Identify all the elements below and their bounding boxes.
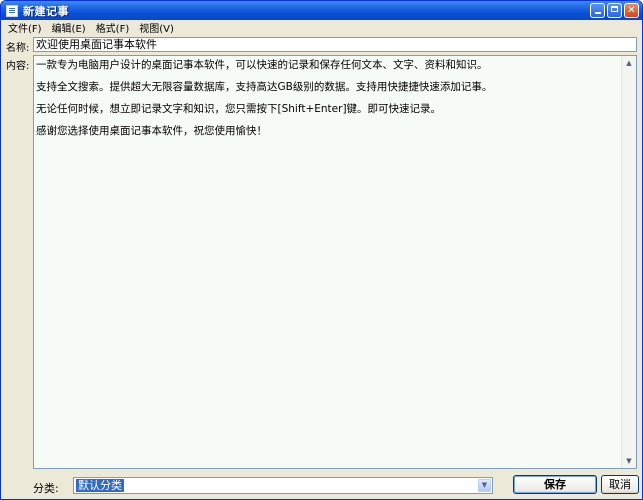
menu-bar: 文件(F) 编辑(E) 格式(F) 视图(V)	[1, 20, 642, 35]
minimize-button[interactable]	[590, 3, 605, 18]
content-editor[interactable]: 一款专为电脑用户设计的桌面记事本软件，可以快速的记录和保存任何文本、文字、资料和…	[33, 55, 637, 469]
menu-view[interactable]: 视图(V)	[134, 20, 179, 35]
category-label: 分类:	[33, 482, 59, 495]
maximize-icon	[611, 6, 618, 12]
content-label: 内容:	[6, 61, 30, 72]
close-button[interactable]: ✕	[624, 3, 639, 18]
title-bar[interactable]: 新建记事 ✕	[1, 1, 642, 20]
content-paragraph: 一款专为电脑用户设计的桌面记事本软件，可以快速的记录和保存任何文本、文字、资料和…	[36, 59, 488, 71]
menu-file[interactable]: 文件(F)	[3, 20, 47, 35]
category-select[interactable]: 默认分类 ▼	[73, 477, 493, 494]
save-button[interactable]: 保存	[513, 475, 597, 494]
scroll-up-icon[interactable]: ▲	[623, 57, 635, 69]
note-window: 新建记事 ✕ 文件(F) 编辑(E) 格式(F) 视图(V) 名称: 欢迎使用桌…	[0, 0, 643, 500]
category-value: 默认分类	[76, 479, 124, 492]
window-controls: ✕	[590, 3, 639, 18]
notepad-icon	[6, 4, 18, 17]
menu-edit[interactable]: 编辑(E)	[47, 20, 91, 35]
chevron-down-icon[interactable]: ▼	[478, 479, 491, 492]
name-input[interactable]: 欢迎使用桌面记事本软件	[33, 37, 637, 52]
vertical-scrollbar[interactable]: ▲ ▼	[621, 56, 636, 468]
content-text[interactable]: 一款专为电脑用户设计的桌面记事本软件，可以快速的记录和保存任何文本、文字、资料和…	[34, 56, 622, 468]
content-paragraph: 感谢您选择使用桌面记事本软件，祝您使用愉快！	[36, 125, 267, 137]
maximize-button[interactable]	[607, 3, 622, 18]
content-paragraph: 支持全文搜索。提供超大无限容量数据库，支持高达GB级别的数据。支持用快捷捷快速添…	[36, 81, 493, 93]
content-paragraph: 无论任何时候，想立即记录文字和知识，您只需按下[Shift+Enter]键。即可…	[36, 103, 442, 115]
close-icon: ✕	[627, 5, 636, 16]
minimize-icon	[594, 12, 601, 14]
window-title: 新建记事	[23, 4, 69, 18]
cancel-button[interactable]: 取消	[601, 475, 639, 494]
name-label: 名称:	[6, 43, 30, 54]
menu-format[interactable]: 格式(F)	[91, 20, 135, 35]
scroll-down-icon[interactable]: ▼	[623, 455, 635, 467]
